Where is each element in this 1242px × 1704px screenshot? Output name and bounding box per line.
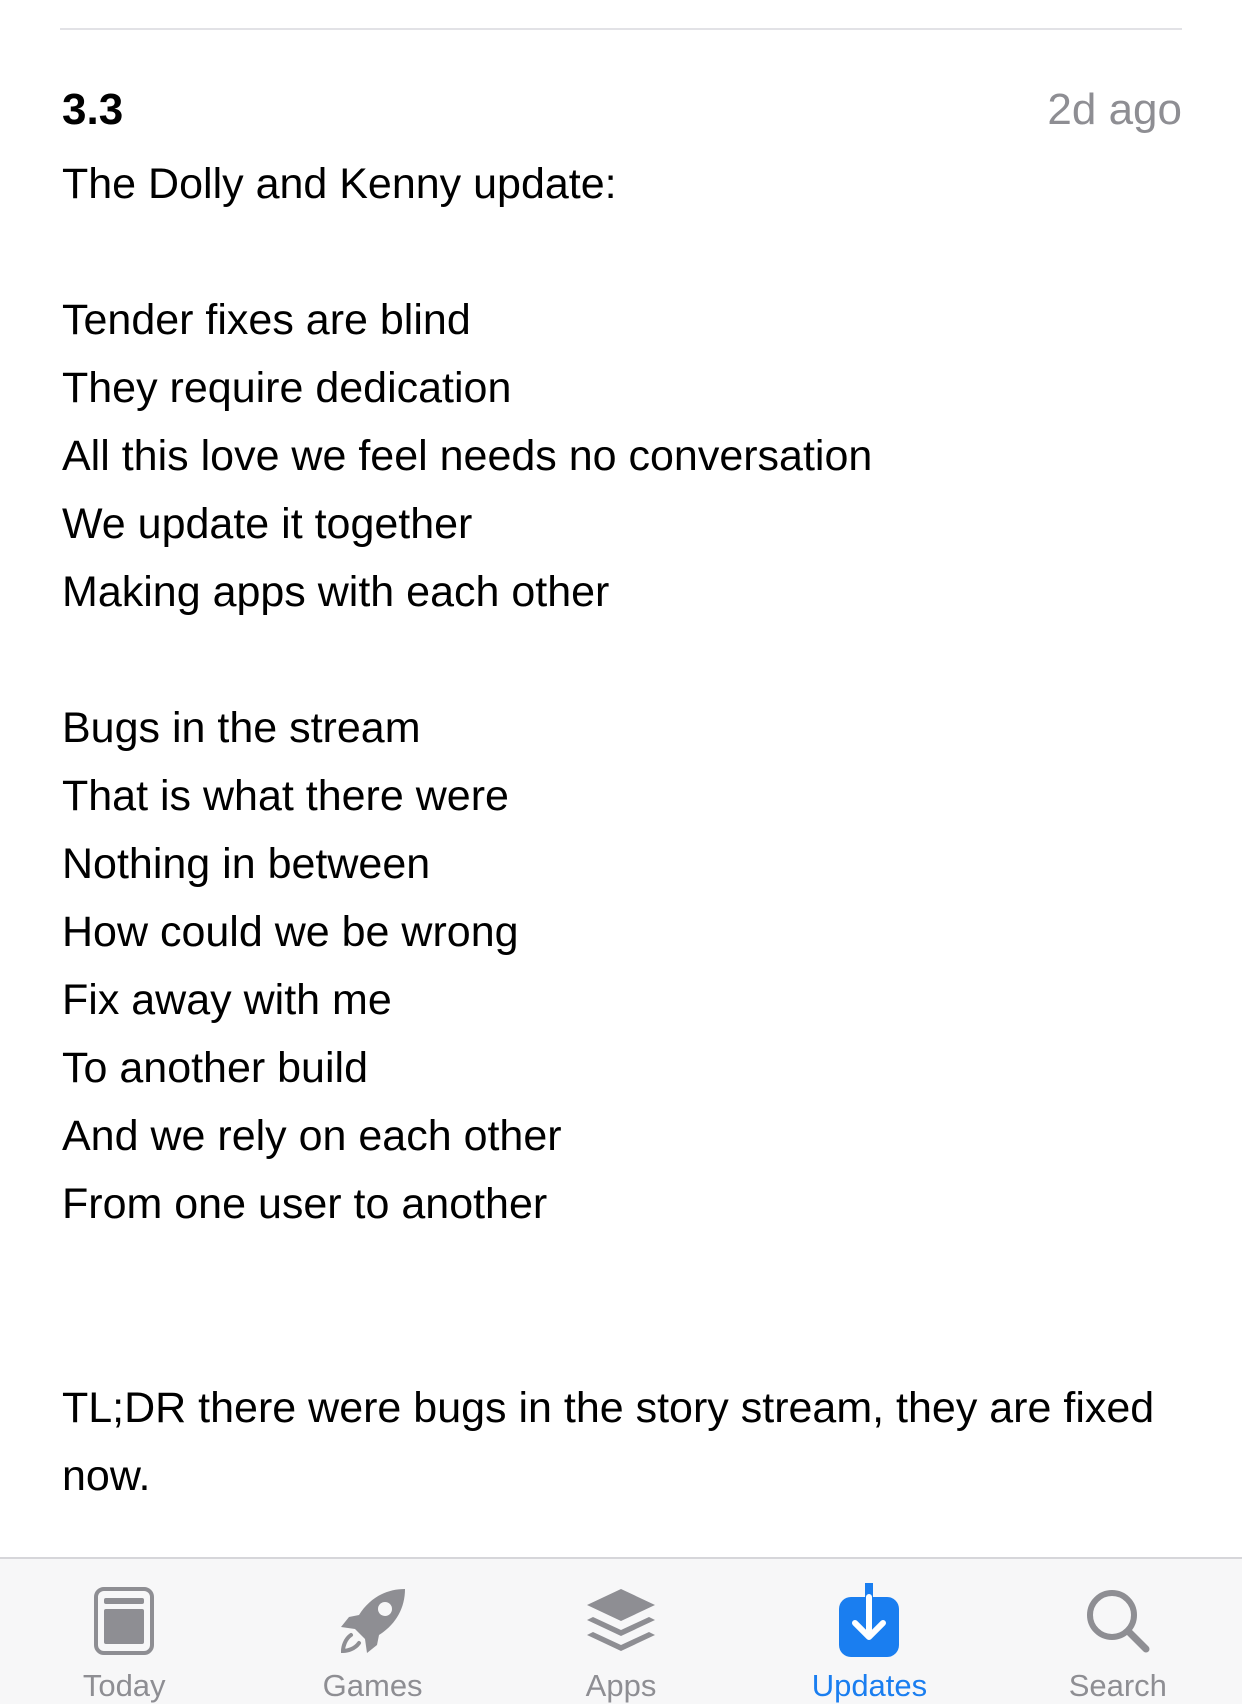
layers-icon (581, 1581, 661, 1660)
app-store-updates-page: 3.3 2d ago The Dolly and Kenny update: T… (0, 0, 1242, 1704)
note-line: Nothing in between (62, 840, 431, 888)
tab-updates[interactable]: Updates (745, 1559, 993, 1704)
note-line: Fix away with me (62, 976, 392, 1024)
note-line: To another build (62, 1044, 368, 1092)
notes-title: The Dolly and Kenny update: (62, 160, 617, 208)
tab-label: Games (322, 1668, 423, 1703)
divider (60, 28, 1182, 30)
note-line: Bugs in the stream (62, 704, 421, 752)
tab-label: Apps (585, 1668, 657, 1703)
download-icon (829, 1581, 909, 1660)
version-number: 3.3 (62, 85, 124, 134)
tldr-text: TL;DR there were bugs in the story strea… (62, 1384, 1155, 1500)
release-date: 2d ago (1047, 85, 1182, 134)
tab-search[interactable]: Search (994, 1559, 1242, 1704)
tab-label: Today (82, 1668, 166, 1703)
note-line: From one user to another (62, 1180, 548, 1228)
note-line: How could we be wrong (62, 908, 519, 956)
note-line: All this love we feel needs no conversat… (62, 432, 873, 480)
note-line: Tender fixes are blind (62, 296, 471, 344)
note-line: They require dedication (62, 364, 512, 412)
note-line: Making apps with each other (62, 568, 610, 616)
release-notes: The Dolly and Kenny update: Tender fixes… (62, 150, 1182, 1510)
note-line: That is what there were (62, 772, 509, 820)
search-icon (1078, 1581, 1158, 1660)
tab-apps[interactable]: Apps (497, 1559, 745, 1704)
today-icon (84, 1581, 164, 1660)
tab-games[interactable]: Games (248, 1559, 496, 1704)
tab-today[interactable]: Today (0, 1559, 248, 1704)
tab-label: Updates (811, 1668, 928, 1703)
note-line: We update it together (62, 500, 473, 548)
rocket-icon (333, 1581, 413, 1660)
tab-label: Search (1068, 1668, 1167, 1703)
note-line: And we rely on each other (62, 1112, 562, 1160)
tab-bar: Today Games Apps Updates Search (0, 1557, 1242, 1704)
